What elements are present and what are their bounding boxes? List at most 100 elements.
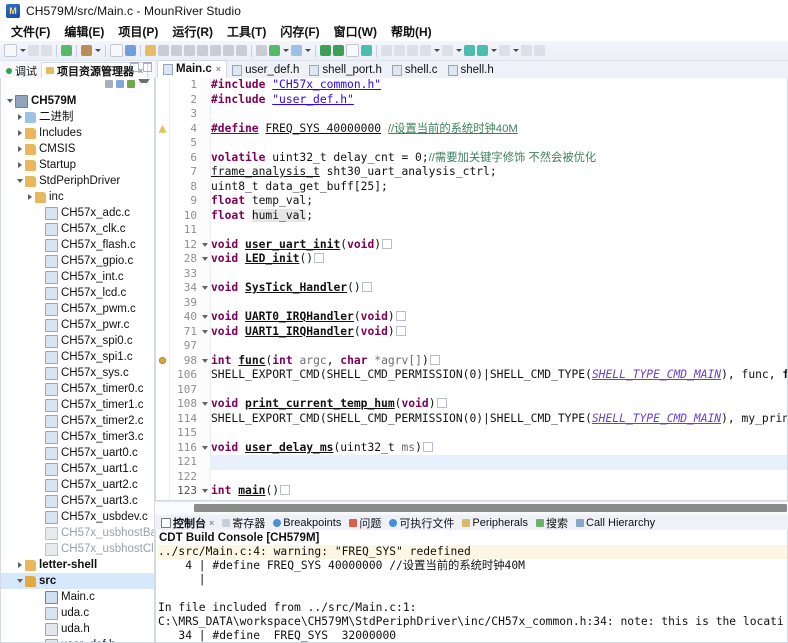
code-line[interactable]: #include "user_def.h" [211, 93, 787, 108]
pin-button[interactable] [125, 45, 136, 56]
tree-node-inc[interactable]: inc [1, 189, 154, 205]
tree-node-ch57x-timer2-c[interactable]: CH57x_timer2.c [1, 413, 154, 429]
disconnect-button[interactable] [236, 45, 247, 56]
code-content[interactable]: #include "CH57x_common.h"#include "user_… [211, 78, 787, 500]
step-into-button[interactable] [197, 45, 208, 56]
chevron-right-icon[interactable] [15, 562, 25, 568]
console-tab-peripherals[interactable]: Peripherals [458, 515, 532, 530]
code-line[interactable]: SHELL_EXPORT_CMD(SHELL_CMD_PERMISSION(0)… [211, 368, 787, 383]
tree-node-ch57x-spi1-c[interactable]: CH57x_spi1.c [1, 349, 154, 365]
tree-node-includes[interactable]: Includes [1, 125, 154, 141]
debug-button[interactable] [145, 45, 156, 56]
console-tab-console[interactable]: 控制台× [157, 515, 218, 530]
tree-node-ch57x-uart0-c[interactable]: CH57x_uart0.c [1, 445, 154, 461]
step-return-button[interactable] [223, 45, 234, 56]
download-button[interactable] [81, 45, 92, 56]
view-tab-debug[interactable]: 调试 [2, 63, 41, 78]
tree-node-ch57x-timer1-c[interactable]: CH57x_timer1.c [1, 397, 154, 413]
restart-button[interactable] [256, 45, 267, 56]
prev-annotation-caret[interactable] [455, 45, 462, 56]
terminate-button[interactable] [184, 45, 195, 56]
collapse-all-icon[interactable] [105, 80, 113, 88]
editor-tab-shell-h[interactable]: shell.h [443, 62, 499, 78]
download-dropdown-caret[interactable] [94, 45, 101, 56]
editor-tab-user-def-h[interactable]: user_def.h [227, 62, 304, 78]
folding-ruler[interactable] [200, 78, 211, 500]
next-annotation-caret[interactable] [433, 45, 440, 56]
fold-toggle-icon[interactable] [200, 238, 210, 253]
code-line[interactable]: uint8_t data_get_buff[25]; [211, 180, 787, 195]
run-dropdown-caret[interactable] [282, 45, 289, 56]
tree-node-ch57x-uart1-c[interactable]: CH57x_uart1.c [1, 461, 154, 477]
code-line[interactable]: void SysTick_Handler() [211, 281, 787, 296]
prev-annotation-button[interactable] [442, 45, 453, 56]
history-caret[interactable] [490, 45, 497, 56]
back-button[interactable] [464, 45, 475, 56]
resume-button[interactable] [158, 45, 169, 56]
fold-toggle-icon[interactable] [200, 397, 210, 412]
tree-node-ch57x-int-c[interactable]: CH57x_int.c [1, 269, 154, 285]
forward-button[interactable] [477, 45, 488, 56]
chevron-down-icon[interactable] [5, 99, 15, 103]
code-line[interactable]: SHELL_EXPORT_CMD(SHELL_CMD_PERMISSION(0)… [211, 412, 787, 427]
console-tab-search[interactable]: 搜索 [532, 515, 572, 530]
new-button[interactable] [4, 44, 17, 57]
code-line[interactable]: void print_current_temp_hum(void) [211, 397, 787, 412]
code-line[interactable]: void UART1_IRQHandler(void) [211, 325, 787, 340]
tree-node-ch57x-spi0-c[interactable]: CH57x_spi0.c [1, 333, 154, 349]
fold-toggle-icon[interactable] [200, 325, 210, 340]
menu-window[interactable]: 窗口(W) [327, 22, 384, 41]
suspend-button[interactable] [171, 45, 182, 56]
tree-node-stdperiphdriver[interactable]: StdPeriphDriver [1, 173, 154, 189]
explorer-window-buttons[interactable] [130, 62, 152, 72]
tree-node-ch57x-usbhostclass-c[interactable]: CH57x_usbhostClass.c [1, 541, 154, 557]
fold-toggle-icon[interactable] [200, 354, 210, 369]
fold-toggle-icon[interactable] [200, 441, 210, 456]
tree-node-ch57x-lcd-c[interactable]: CH57x_lcd.c [1, 285, 154, 301]
code-line[interactable] [211, 136, 787, 151]
fold-toggle-icon[interactable] [200, 310, 210, 325]
code-line[interactable]: int func(int argc, char *agrv[]) [211, 354, 787, 369]
fold-toggle-icon[interactable] [200, 281, 210, 296]
chevron-right-icon[interactable] [25, 194, 35, 200]
menu-project[interactable]: 项目(P) [111, 22, 165, 41]
tree-node-user-def-h[interactable]: user_def.h [1, 637, 154, 643]
console-tab-problems[interactable]: 问题 [345, 515, 385, 530]
tree-node-ch57x-usbdev-c[interactable]: CH57x_usbdev.c [1, 509, 154, 525]
tree-node-ch57x-sys-c[interactable]: CH57x_sys.c [1, 365, 154, 381]
menu-tools[interactable]: 工具(T) [220, 22, 273, 41]
search-button[interactable] [407, 45, 418, 56]
close-icon[interactable]: × [216, 64, 221, 74]
code-line[interactable]: float temp_val; [211, 194, 787, 209]
code-line[interactable] [211, 455, 787, 470]
tree-node-ch57x-pwr-c[interactable]: CH57x_pwr.c [1, 317, 154, 333]
minimize-icon[interactable] [130, 62, 139, 72]
save-button[interactable] [28, 45, 39, 56]
build-button[interactable] [61, 45, 72, 56]
tree-node-ch57x-usbhostbase-c[interactable]: CH57x_usbhostBase.c [1, 525, 154, 541]
code-line[interactable]: void UART0_IRQHandler(void) [211, 310, 787, 325]
code-line[interactable]: void user_delay_ms(uint32_t ms) [211, 441, 787, 456]
link-with-editor-icon[interactable] [116, 80, 124, 88]
run-config-dropdown-caret[interactable] [304, 45, 311, 56]
chevron-right-icon[interactable] [15, 162, 25, 168]
view-filter-icon[interactable] [127, 80, 135, 88]
code-line[interactable] [211, 267, 787, 282]
code-line[interactable] [211, 499, 787, 501]
flash-config-button[interactable] [346, 44, 359, 57]
code-line[interactable]: volatile uint32_t delay_cnt = 0;//需要加关键字… [211, 151, 787, 166]
tree-node-ch57x-timer0-c[interactable]: CH57x_timer0.c [1, 381, 154, 397]
last-edit-2-button[interactable] [534, 45, 545, 56]
tree-node-ch57x-uart2-c[interactable]: CH57x_uart2.c [1, 477, 154, 493]
tree-node-main-c[interactable]: Main.c [1, 589, 154, 605]
code-line[interactable]: frame_analysis_t sht30_uart_analysis_ctr… [211, 165, 787, 180]
menu-run[interactable]: 运行(R) [165, 22, 220, 41]
menu-help[interactable]: 帮助(H) [384, 22, 439, 41]
step-over-button[interactable] [210, 45, 221, 56]
tree-node-startup[interactable]: Startup [1, 157, 154, 173]
code-line[interactable] [211, 383, 787, 398]
tree-node-ch57x-adc-c[interactable]: CH57x_adc.c [1, 205, 154, 221]
console-tab-call-hierarchy[interactable]: Call Hierarchy [572, 515, 659, 530]
tree-node-letter-shell[interactable]: letter-shell [1, 557, 154, 573]
tree-node-src[interactable]: src [1, 573, 154, 589]
